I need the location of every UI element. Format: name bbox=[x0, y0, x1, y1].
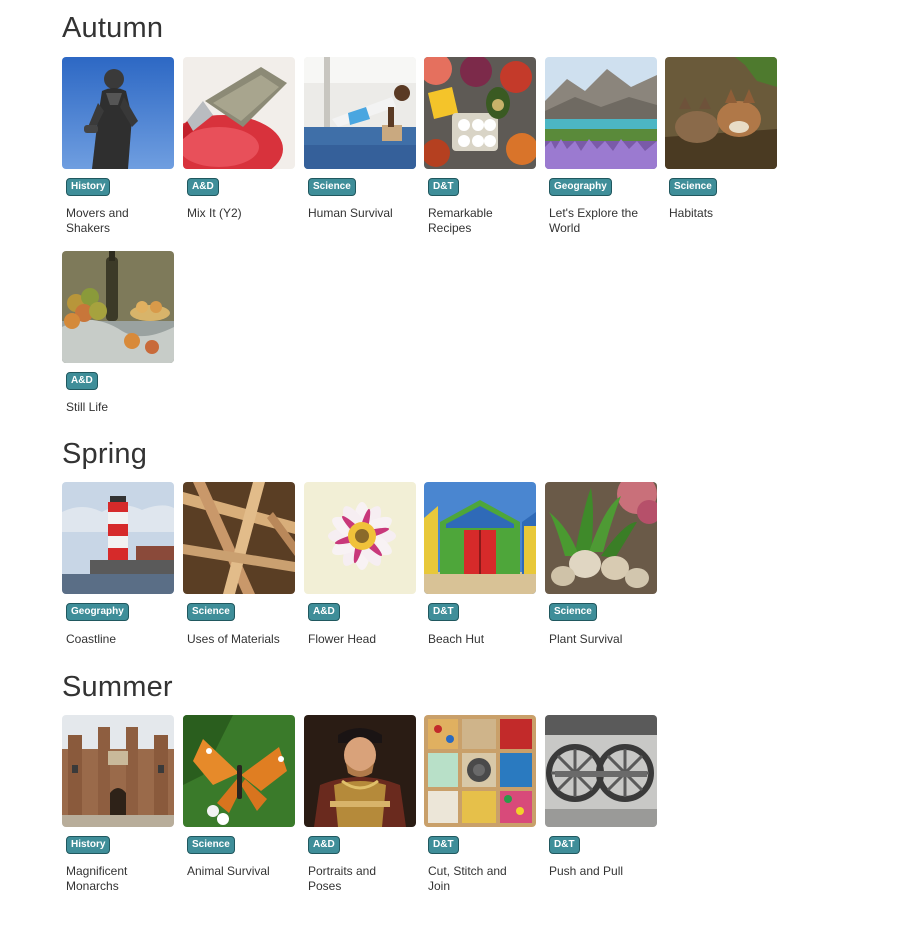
subject-badge: A&D bbox=[308, 603, 340, 621]
unit-image-statue[interactable] bbox=[62, 57, 174, 169]
unit-image-food[interactable] bbox=[424, 57, 536, 169]
unit-title[interactable]: Plant Survival bbox=[549, 632, 649, 647]
unit-image-train-wheels[interactable] bbox=[545, 715, 657, 827]
unit-title[interactable]: Movers and Shakers bbox=[66, 206, 166, 236]
unit-image-portrait-painting[interactable] bbox=[304, 715, 416, 827]
unit-title[interactable]: Flower Head bbox=[308, 632, 408, 647]
unit-title[interactable]: Uses of Materials bbox=[187, 632, 287, 647]
subject-badge: Science bbox=[187, 603, 235, 621]
unit-title[interactable]: Animal Survival bbox=[187, 864, 287, 879]
unit-title[interactable]: Coastline bbox=[66, 632, 166, 647]
unit-image-timber-frame[interactable] bbox=[183, 482, 295, 594]
unit-title[interactable]: Remarkable Recipes bbox=[428, 206, 528, 236]
unit-title[interactable]: Mix It (Y2) bbox=[187, 206, 287, 221]
subject-badge: D&T bbox=[428, 603, 459, 621]
unit-title[interactable]: Beach Hut bbox=[428, 632, 528, 647]
section-title: Summer bbox=[62, 671, 173, 703]
unit-title[interactable]: Human Survival bbox=[308, 206, 408, 221]
subject-badge: Science bbox=[669, 178, 717, 196]
unit-image-exercise[interactable] bbox=[304, 57, 416, 169]
unit-image-beach-huts[interactable] bbox=[424, 482, 536, 594]
subject-badge: Science bbox=[549, 603, 597, 621]
section-title: Spring bbox=[62, 438, 148, 470]
section-title: Autumn bbox=[62, 12, 164, 44]
unit-image-palace[interactable] bbox=[62, 715, 174, 827]
unit-title[interactable]: Portraits and Poses bbox=[308, 864, 408, 894]
unit-image-paintbrush[interactable] bbox=[183, 57, 295, 169]
unit-title[interactable]: Habitats bbox=[669, 206, 769, 221]
unit-image-fox-cubs[interactable] bbox=[665, 57, 777, 169]
unit-image-landscape[interactable] bbox=[545, 57, 657, 169]
unit-title[interactable]: Push and Pull bbox=[549, 864, 649, 879]
subject-badge: Science bbox=[187, 836, 235, 854]
subject-badge: Geography bbox=[66, 603, 129, 621]
unit-title[interactable]: Still Life bbox=[66, 400, 166, 415]
unit-image-butterfly[interactable] bbox=[183, 715, 295, 827]
subject-badge: D&T bbox=[428, 836, 459, 854]
unit-title[interactable]: Let's Explore the World bbox=[549, 206, 649, 236]
subject-badge: D&T bbox=[428, 178, 459, 196]
unit-image-lighthouse[interactable] bbox=[62, 482, 174, 594]
unit-image-flower[interactable] bbox=[304, 482, 416, 594]
subject-badge: History bbox=[66, 178, 111, 196]
subject-badge: History bbox=[66, 836, 111, 854]
subject-badge: A&D bbox=[308, 836, 340, 854]
unit-image-buttons[interactable] bbox=[424, 715, 536, 827]
subject-badge: D&T bbox=[549, 836, 580, 854]
subject-badge: Geography bbox=[549, 178, 612, 196]
unit-image-bulbs[interactable] bbox=[545, 482, 657, 594]
unit-image-still-life-painting[interactable] bbox=[62, 251, 174, 363]
subject-badge: A&D bbox=[66, 372, 98, 390]
subject-badge: Science bbox=[308, 178, 356, 196]
unit-title[interactable]: Cut, Stitch and Join bbox=[428, 864, 528, 894]
subject-badge: A&D bbox=[187, 178, 219, 196]
unit-title[interactable]: Magnificent Monarchs bbox=[66, 864, 166, 894]
